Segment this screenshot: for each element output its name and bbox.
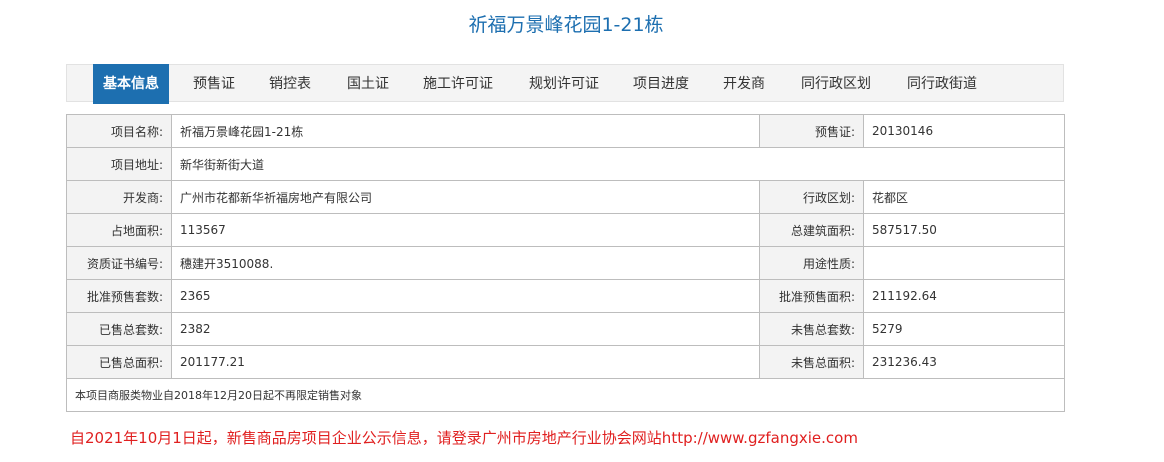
sold-area-value: 201177.21 — [171, 345, 760, 379]
tab-planning-permit[interactable]: 规划许可证 — [519, 65, 609, 103]
table-row: 已售总面积: 201177.21 未售总面积: 231236.43 — [66, 345, 1065, 379]
tab-presale-cert[interactable]: 预售证 — [183, 65, 245, 103]
land-area-value: 113567 — [171, 213, 760, 247]
approved-area-value: 211192.64 — [863, 279, 1065, 313]
unsold-units-label: 未售总套数: — [759, 312, 864, 346]
unsold-units-value: 5279 — [863, 312, 1065, 346]
tab-same-street[interactable]: 同行政街道 — [897, 65, 987, 103]
approved-units-label: 批准预售套数: — [66, 279, 172, 313]
approved-units-value: 2365 — [171, 279, 760, 313]
sold-units-value: 2382 — [171, 312, 760, 346]
table-row: 开发商: 广州市花都新华祈福房地产有限公司 行政区划: 花都区 — [66, 180, 1065, 214]
developer-value: 广州市花都新华祈福房地产有限公司 — [171, 180, 760, 214]
unsold-area-value: 231236.43 — [863, 345, 1065, 379]
table-row: 项目名称: 祈福万景峰花园1-21栋 预售证: 20130146 — [66, 114, 1065, 148]
project-name-value: 祈福万景峰花园1-21栋 — [171, 114, 760, 148]
usage-label: 用途性质: — [759, 246, 864, 280]
district-value: 花都区 — [863, 180, 1065, 214]
tab-bar: 基本信息 预售证 销控表 国土证 施工许可证 规划许可证 项目进度 开发商 同行… — [66, 64, 1064, 104]
table-row: 本项目商服类物业自2018年12月20日起不再限定销售对象 — [66, 378, 1065, 412]
address-label: 项目地址: — [66, 147, 172, 181]
land-area-label: 占地面积: — [66, 213, 172, 247]
project-note: 本项目商服类物业自2018年12月20日起不再限定销售对象 — [66, 378, 1065, 412]
usage-value — [863, 246, 1065, 280]
table-row: 批准预售套数: 2365 批准预售面积: 211192.64 — [66, 279, 1065, 313]
project-info-table: 项目名称: 祈福万景峰花园1-21栋 预售证: 20130146 项目地址: 新… — [66, 114, 1065, 412]
district-label: 行政区划: — [759, 180, 864, 214]
table-row: 占地面积: 113567 总建筑面积: 587517.50 — [66, 213, 1065, 247]
sold-units-label: 已售总套数: — [66, 312, 172, 346]
approved-area-label: 批准预售面积: — [759, 279, 864, 313]
address-value: 新华街新街大道 — [171, 147, 1065, 181]
developer-label: 开发商: — [66, 180, 172, 214]
tab-land-cert[interactable]: 国土证 — [337, 65, 399, 103]
total-build-area-value: 587517.50 — [863, 213, 1065, 247]
tab-sales-control[interactable]: 销控表 — [259, 65, 321, 103]
table-row: 项目地址: 新华街新街大道 — [66, 147, 1065, 181]
page-title: 祈福万景峰花园1-21栋 — [468, 14, 664, 36]
notice-text: 自2021年10月1日起，新售商品房项目企业公示信息，请登录广州市房地产行业协会… — [70, 429, 858, 447]
table-row: 已售总套数: 2382 未售总套数: 5279 — [66, 312, 1065, 346]
project-name-label: 项目名称: — [66, 114, 172, 148]
unsold-area-label: 未售总面积: — [759, 345, 864, 379]
total-build-area-label: 总建筑面积: — [759, 213, 864, 247]
tab-construction-permit[interactable]: 施工许可证 — [413, 65, 503, 103]
qualification-value: 穗建开3510088. — [171, 246, 760, 280]
tab-developer[interactable]: 开发商 — [713, 65, 775, 103]
tab-basic-info[interactable]: 基本信息 — [93, 64, 169, 104]
sold-area-label: 已售总面积: — [66, 345, 172, 379]
presale-cert-label: 预售证: — [759, 114, 864, 148]
table-row: 资质证书编号: 穗建开3510088. 用途性质: — [66, 246, 1065, 280]
tab-project-progress[interactable]: 项目进度 — [623, 65, 699, 103]
presale-cert-value: 20130146 — [863, 114, 1065, 148]
tab-same-district[interactable]: 同行政区划 — [791, 65, 881, 103]
qualification-label: 资质证书编号: — [66, 246, 172, 280]
